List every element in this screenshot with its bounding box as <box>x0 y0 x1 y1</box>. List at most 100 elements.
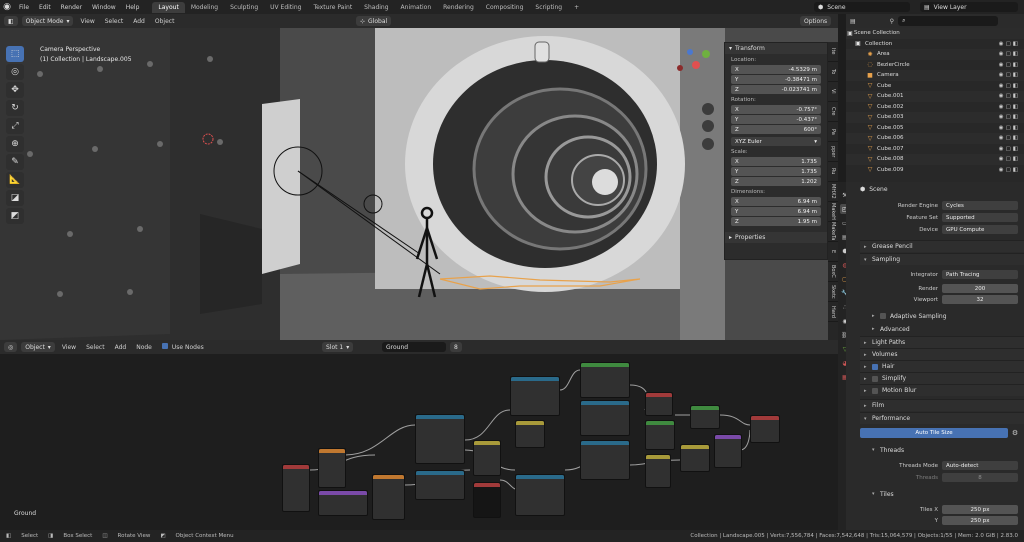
tab-scripting[interactable]: Scripting <box>529 2 568 13</box>
sidebar-tab[interactable]: BoxC <box>828 262 838 282</box>
sidebar-tab[interactable]: Ru <box>828 162 838 182</box>
menu-node[interactable]: Node <box>133 344 155 351</box>
checkbox-icon[interactable] <box>872 375 878 382</box>
visibility-toggle-icons[interactable]: ◉▢◧ <box>999 72 1020 78</box>
rotation-z-field[interactable]: Z 600° <box>731 125 821 134</box>
visibility-toggle-icons[interactable]: ◉▢◧ <box>999 167 1020 173</box>
visibility-toggle-icons[interactable]: ◉▢◧ <box>999 114 1020 120</box>
options-button[interactable]: Options <box>800 16 832 26</box>
shader-node[interactable] <box>690 405 720 429</box>
measure-tool-icon[interactable]: 📐 <box>6 172 24 188</box>
outliner[interactable]: ▤ ⚲ ⌕ ▣ Scene Collection ▣ Collection ◉▢◧ ✺ A… <box>846 14 1024 182</box>
checkbox-icon[interactable] <box>872 387 878 394</box>
integrator-dropdown[interactable]: Path Tracing <box>942 270 1018 279</box>
annotate-tool-icon[interactable]: ✎ <box>6 154 24 170</box>
properties-editor[interactable]: ⬢ Scene Render Engine Cycles Feature Set Su… <box>846 182 1024 530</box>
shader-node[interactable] <box>415 470 465 500</box>
outliner-scene-collection[interactable]: ▣ Scene Collection <box>846 28 1024 39</box>
location-z-field[interactable]: Z -0.023741 m <box>731 85 821 94</box>
select-box-tool-icon[interactable]: ⬚ <box>6 46 24 62</box>
menu-file[interactable]: File <box>14 4 34 11</box>
sidebar-tab[interactable]: E <box>828 242 838 262</box>
location-x-field[interactable]: X -4.5329 m <box>731 65 821 74</box>
sidebar-tab[interactable]: To <box>828 62 838 82</box>
transform-header[interactable]: ▾ Transform <box>725 43 827 54</box>
sampling-panel[interactable]: ▾ Sampling <box>860 253 1024 265</box>
shader-node[interactable] <box>372 474 405 520</box>
filter-icon[interactable]: ⚲ <box>890 18 894 25</box>
tab-layout[interactable]: Layout <box>152 1 185 13</box>
shader-node[interactable] <box>282 464 310 512</box>
rotation-x-field[interactable]: X -0.757° <box>731 105 821 114</box>
extra-tool-icon[interactable]: ◩ <box>6 208 24 224</box>
properties-header[interactable]: ▸ Properties <box>725 232 827 243</box>
shader-node[interactable] <box>510 376 560 416</box>
material-users-count[interactable]: 8 <box>450 342 462 352</box>
visibility-toggle-icons[interactable]: ◉▢◧ <box>999 93 1020 99</box>
adaptive-sampling-panel[interactable]: ▸ Adaptive Sampling <box>860 310 1024 322</box>
material-name-field[interactable]: Ground <box>382 342 446 352</box>
threads-mode-dropdown[interactable]: Auto-detect <box>942 461 1018 470</box>
scale-y-field[interactable]: Y 1.735 <box>731 167 821 176</box>
tiles-panel[interactable]: ▾ Tiles <box>860 488 1024 500</box>
shader-node[interactable] <box>515 474 565 516</box>
shader-node[interactable] <box>645 454 671 488</box>
tab-animation[interactable]: Animation <box>395 2 438 13</box>
visibility-toggle-icons[interactable]: ◉▢◧ <box>999 62 1020 68</box>
tab-sculpting[interactable]: Sculpting <box>224 2 264 13</box>
menu-view[interactable]: View <box>77 18 97 25</box>
scale-z-field[interactable]: Z 1.202 <box>731 177 821 186</box>
outliner-item[interactable]: ▽ Cube.006 ◉▢◧ <box>846 133 1024 144</box>
rotate-tool-icon[interactable]: ↻ <box>6 100 24 116</box>
feature-set-dropdown[interactable]: Supported <box>942 213 1018 222</box>
threads-count-field[interactable]: 8 <box>942 473 1018 482</box>
sidebar-tab[interactable]: pper <box>828 142 838 162</box>
menu-add[interactable]: Add <box>130 18 148 25</box>
menu-select[interactable]: Select <box>83 344 108 351</box>
move-tool-icon[interactable]: ✥ <box>6 82 24 98</box>
material-output-node[interactable] <box>750 415 780 443</box>
sidebar-tab[interactable]: MakeTa <box>828 222 838 242</box>
visibility-toggle-icons[interactable]: ◉▢◧ <box>999 125 1020 131</box>
outliner-item[interactable]: ◌ BezierCircle ◉▢◧ <box>846 60 1024 71</box>
outliner-item[interactable]: ■ Camera ◉▢◧ <box>846 70 1024 81</box>
shader-node[interactable] <box>580 440 630 480</box>
gear-icon[interactable]: ⚙ <box>1010 428 1020 438</box>
device-dropdown[interactable]: GPU Compute <box>942 225 1018 234</box>
checkbox-icon[interactable] <box>880 313 886 319</box>
outliner-item[interactable]: ▽ Cube.009 ◉▢◧ <box>846 165 1024 176</box>
menu-add[interactable]: Add <box>112 344 130 351</box>
shader-node[interactable] <box>645 420 675 450</box>
sidebar-tab[interactable]: Ite <box>828 42 838 62</box>
add-workspace-button[interactable]: + <box>568 2 585 13</box>
dimensions-x-field[interactable]: X 6.94 m <box>731 197 821 206</box>
hair-panel[interactable]: ▸ Hair <box>860 360 1024 372</box>
visibility-toggle-icons[interactable]: ◉▢◧ <box>999 135 1020 141</box>
motion-blur-panel[interactable]: ▸ Motion Blur <box>860 384 1024 396</box>
shader-node[interactable] <box>580 400 630 436</box>
tiles-y-field[interactable]: 250 px <box>942 516 1018 525</box>
outliner-editor-icon[interactable]: ▤ <box>850 18 856 25</box>
sidebar-tab[interactable]: Cre <box>828 102 838 122</box>
cursor-tool-icon[interactable]: ◎ <box>6 64 24 80</box>
tab-modeling[interactable]: Modeling <box>185 2 224 13</box>
checkbox-icon[interactable] <box>872 363 878 370</box>
menu-render[interactable]: Render <box>56 4 87 11</box>
editor-type-button[interactable]: ◧ <box>4 16 18 26</box>
location-y-field[interactable]: Y -0.38471 m <box>731 75 821 84</box>
sidebar-tab[interactable]: Pa <box>828 122 838 142</box>
outliner-item[interactable]: ▽ Cube.003 ◉▢◧ <box>846 112 1024 123</box>
outliner-item[interactable]: ✺ Area ◉▢◧ <box>846 49 1024 60</box>
sidebar-tab[interactable]: Sketc <box>828 282 838 302</box>
light-paths-panel[interactable]: ▸ Light Paths <box>860 336 1024 348</box>
film-panel[interactable]: ▸ Film <box>860 399 1024 411</box>
use-nodes-checkbox[interactable]: Use Nodes <box>159 343 207 351</box>
shader-node[interactable] <box>714 434 742 468</box>
viewport-samples-field[interactable]: 32 <box>942 295 1018 304</box>
visibility-toggle-icons[interactable]: ◉▢◧ <box>999 146 1020 152</box>
shader-node[interactable] <box>680 444 710 472</box>
menu-object[interactable]: Object <box>152 18 178 25</box>
shader-node[interactable] <box>318 448 346 488</box>
performance-panel[interactable]: ▾ Performance <box>860 412 1024 424</box>
outliner-item[interactable]: ▽ Cube.002 ◉▢◧ <box>846 102 1024 113</box>
